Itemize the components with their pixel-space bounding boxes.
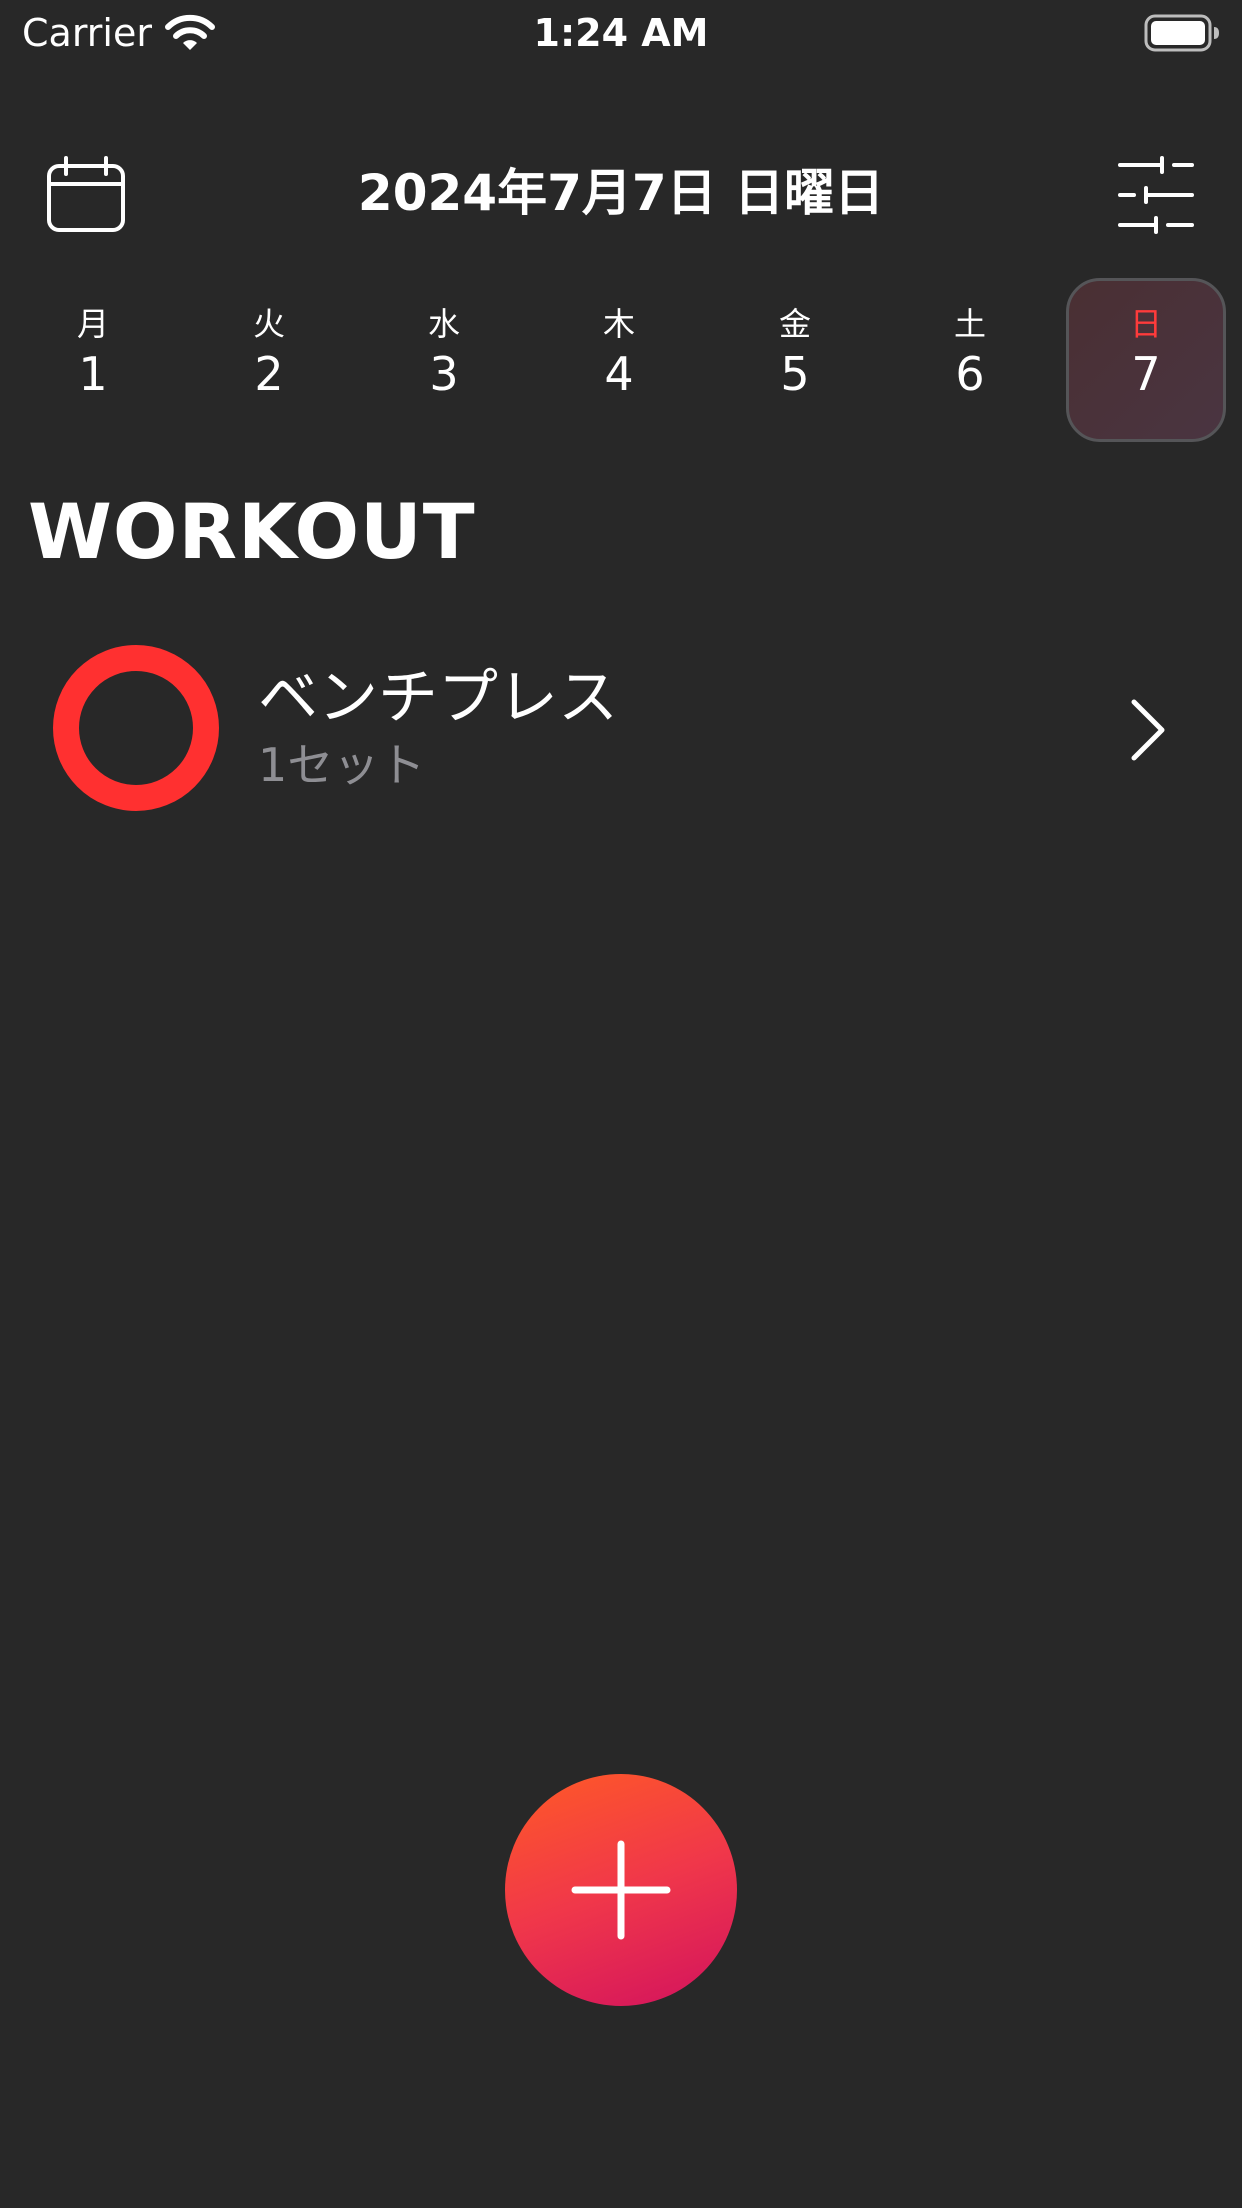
day-number: 3 — [429, 347, 459, 401]
day-number: 4 — [604, 347, 634, 401]
exercise-name: ベンチプレス — [258, 663, 618, 733]
chevron-right-icon — [1131, 699, 1165, 761]
day-of-week-label: 月 — [76, 305, 109, 343]
battery-icon — [1144, 14, 1219, 52]
calendar-icon[interactable] — [46, 156, 126, 234]
day-of-week-label: 木 — [602, 305, 635, 343]
day-number: 6 — [955, 347, 985, 401]
section-title: WORKOUT — [28, 487, 476, 576]
day-of-week-label: 水 — [427, 305, 460, 343]
day-number: 5 — [780, 347, 810, 401]
day-of-week-label: 火 — [252, 305, 285, 343]
page-title: 2024年7月7日 日曜日 — [357, 164, 885, 222]
day-mon[interactable]: 月 1 — [13, 278, 173, 442]
progress-ring-icon — [53, 645, 219, 811]
day-sat[interactable]: 土 6 — [890, 278, 1050, 442]
plus-icon — [571, 1840, 671, 1940]
day-sun-selected[interactable]: 日 7 — [1066, 278, 1226, 442]
day-number: 2 — [254, 347, 284, 401]
day-of-week-label: 日 — [1129, 305, 1162, 343]
add-workout-button[interactable] — [505, 1774, 737, 2006]
sliders-icon[interactable] — [1118, 156, 1194, 234]
day-fri[interactable]: 金 5 — [715, 278, 875, 442]
day-number: 7 — [1131, 347, 1161, 401]
day-wed[interactable]: 水 3 — [364, 278, 524, 442]
day-number: 1 — [78, 347, 108, 401]
day-tue[interactable]: 火 2 — [189, 278, 349, 442]
day-of-week-label: 土 — [953, 305, 986, 343]
workout-row[interactable]: ベンチプレス 1セット — [0, 640, 1242, 820]
week-strip: 月 1 火 2 水 3 木 4 金 5 土 6 日 7 — [0, 278, 1242, 444]
day-thu[interactable]: 木 4 — [539, 278, 699, 442]
status-time: 1:24 AM — [533, 11, 709, 55]
status-bar: Carrier 1:24 AM — [0, 0, 1242, 66]
day-of-week-label: 金 — [778, 305, 811, 343]
exercise-sets: 1セット — [258, 738, 426, 792]
